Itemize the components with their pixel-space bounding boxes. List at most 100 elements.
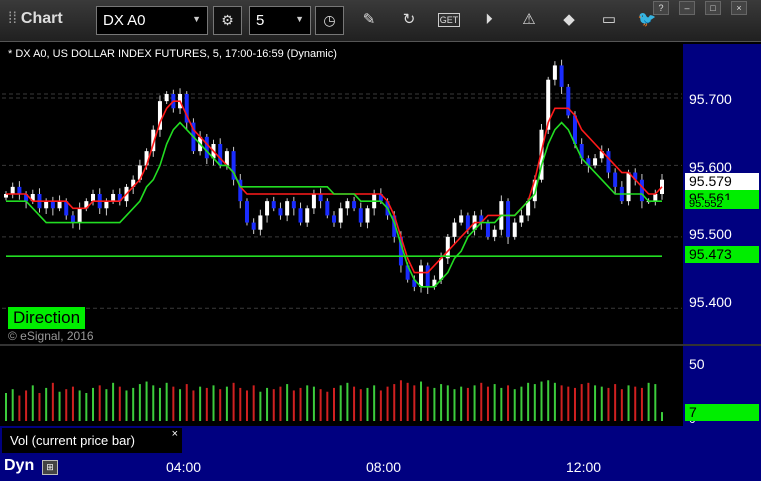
candle-body [613,172,618,187]
volume-bar [607,387,610,421]
price-tick-label: 95.400 [689,294,732,310]
settings-icon[interactable]: ⚙ [213,6,242,35]
volume-bar [493,384,496,421]
candle-body [17,186,22,194]
last-price-tag: 95.579 [685,173,759,190]
candle-body [606,151,611,173]
minimize-button[interactable]: – [679,1,695,15]
volume-bar [366,387,369,421]
volume-bar [252,385,255,421]
volume-bar [587,382,590,421]
volume-bar [353,386,356,421]
volume-bar [326,391,329,421]
volume-bar [78,390,81,421]
volume-bar [319,389,322,421]
volume-bar [18,395,21,421]
candle-body [77,208,82,223]
dynamic-mode-label[interactable]: Dyn [4,457,34,475]
maximize-button[interactable]: □ [705,1,721,15]
volume-bar [45,387,48,421]
candle-body [358,208,363,223]
time-axis[interactable]: Dyn ⊞ 04:00 08:00 12:00 [0,455,761,481]
close-button[interactable]: × [731,1,747,15]
volume-bar [420,381,423,421]
drag-grip-icon[interactable]: ⁞⁞ [8,10,17,27]
volume-bar [614,384,617,421]
candle-body [298,208,303,223]
study-tab-volume[interactable]: Vol (current price bar) × [2,428,182,453]
candle-body [311,194,316,209]
candle-body [305,208,310,223]
volume-bar [346,382,349,421]
volume-bar [473,385,476,421]
volume-bar [547,380,550,421]
candle-body [218,144,223,166]
direction-label: Direction [8,307,86,329]
volume-bar [232,382,235,421]
lock-icon[interactable]: ⊞ [42,460,58,475]
candle-body [552,65,557,80]
volume-bar [219,389,222,421]
volume-bar [540,381,543,421]
candle-body [251,222,256,230]
volume-pane[interactable] [2,346,682,426]
volume-bar [165,382,168,421]
volume-bar [433,387,436,421]
candle-body [345,201,350,209]
pencil-icon[interactable]: ✎ [358,9,380,31]
candle-body [365,208,370,223]
candle-body [325,201,330,216]
volume-bar [379,390,382,421]
get-icon[interactable]: GET [438,13,460,27]
candle-body [419,265,424,287]
volume-bar [573,387,576,421]
price-tick-label: 95.500 [689,226,732,242]
tag-icon[interactable]: ◆ [558,9,580,31]
red-moving-average [6,100,663,274]
candle-body [425,265,430,287]
alert-icon[interactable]: ⚠ [518,9,540,31]
volume-bar [553,382,556,421]
ma-price-tag: 95.552 [685,200,759,209]
study-tab-label: Vol (current price bar) [10,433,135,448]
volume-bar [51,382,54,421]
time-tick-label: 08:00 [366,459,402,475]
candle-body [566,86,571,116]
interval-combo[interactable]: 5 ▼ [249,6,311,35]
volume-bar [185,384,188,421]
volume-bar [513,389,516,421]
refresh-icon[interactable]: ↻ [398,9,420,31]
candle-body [445,236,450,259]
volume-bar [92,387,95,421]
volume-bar [138,384,141,421]
volume-bar [259,391,262,421]
time-tick-label: 12:00 [566,459,602,475]
volume-bar [225,386,228,421]
price-chart-pane[interactable]: * DX A0, US DOLLAR INDEX FUTURES, 5, 17:… [2,44,682,344]
volume-bar [125,390,128,421]
help-button[interactable]: ? [653,1,669,15]
clock-icon[interactable]: ◷ [315,6,344,35]
volume-bar [440,384,443,421]
candle-body [492,229,497,237]
volume-bar [279,386,282,421]
volume-bar [245,390,248,421]
volume-bar [453,389,456,421]
candle-body [91,194,96,202]
candle-body [352,201,357,209]
candle-body [285,201,290,216]
symbol-combo[interactable]: DX A0 ▼ [96,6,208,35]
close-icon[interactable]: × [172,428,178,440]
volume-bar [25,390,28,421]
volume-bar [145,381,148,421]
volume-bar [520,386,523,421]
play-icon[interactable]: ⏵ [478,9,500,31]
volume-axis[interactable]: 50 0 7 [683,346,761,426]
comment-icon[interactable]: ▭ [598,9,620,31]
chart-title: * DX A0, US DOLLAR INDEX FUTURES, 5, 17:… [8,48,337,60]
volume-bar [373,385,376,421]
volume-bar [399,380,402,421]
volume-chart-svg [5,380,663,421]
price-axis[interactable]: 95.700 95.600 95.500 95.400 95.579 95.56… [683,44,761,344]
volume-tag: 7 [685,404,759,421]
